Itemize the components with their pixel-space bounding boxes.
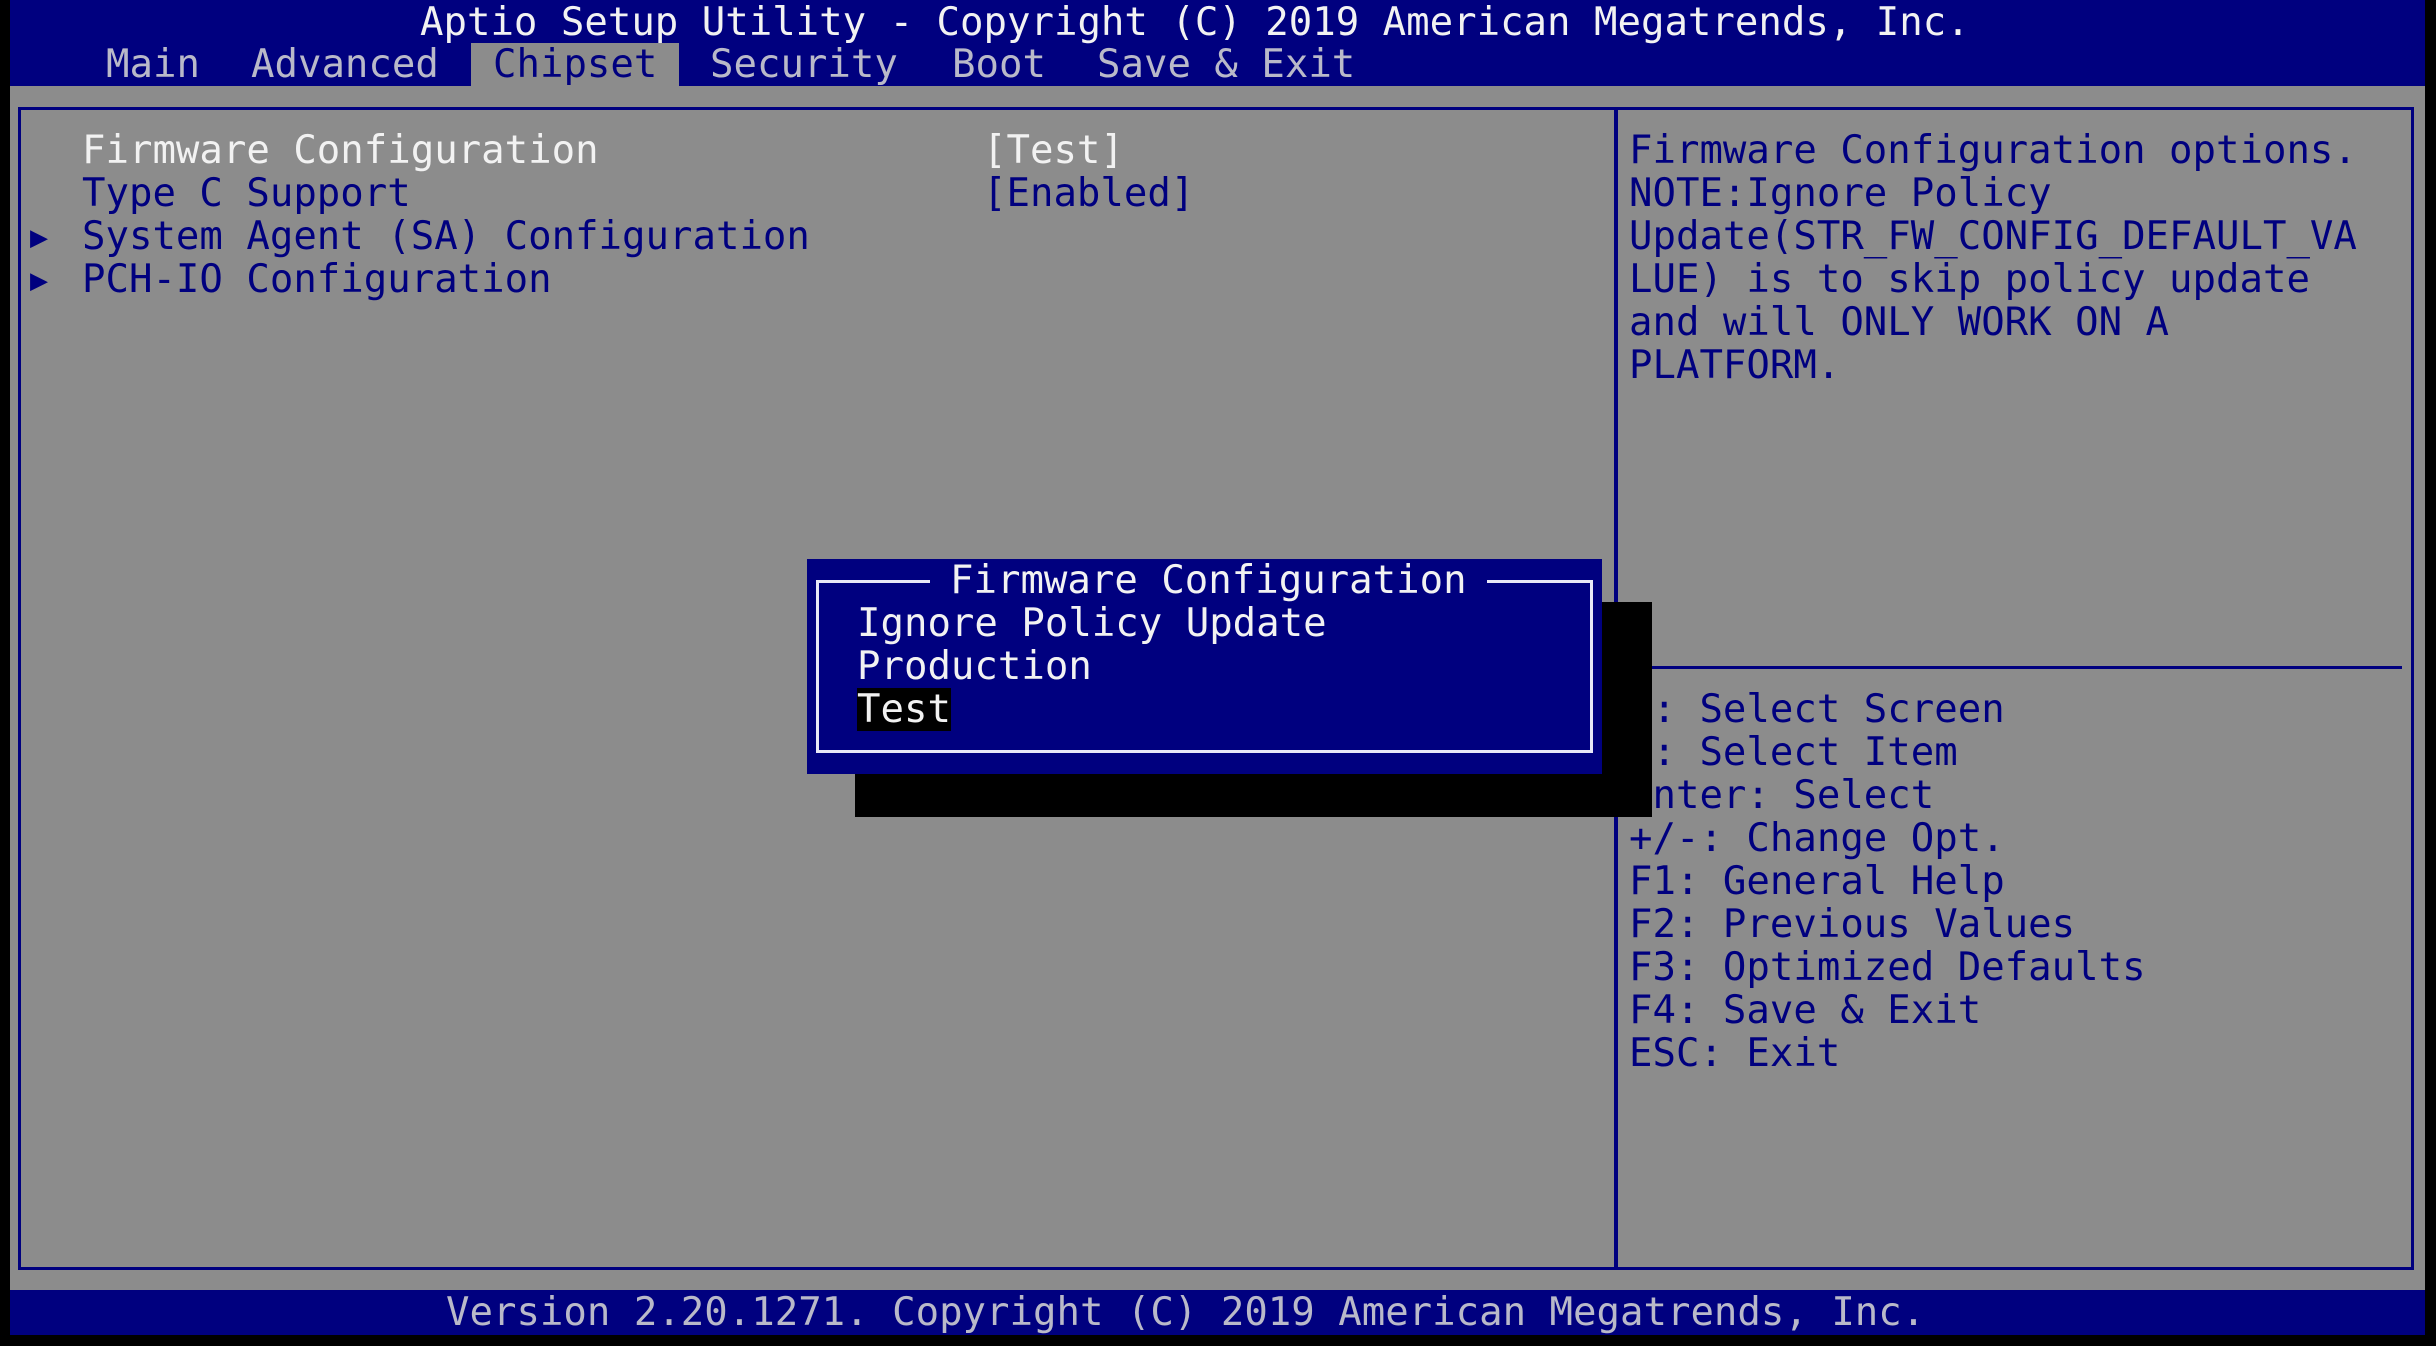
key-help-change-opt: +/-: Change Opt. — [1629, 816, 2005, 861]
key-help-previous-values: F2: Previous Values — [1629, 902, 2076, 947]
help-description-line: Update(STR_FW_CONFIG_DEFAULT_VA — [1629, 214, 2357, 259]
submenu-pch-io-configuration[interactable]: PCH-IO Configuration — [82, 258, 552, 301]
submenu-system-agent-configuration[interactable]: System Agent (SA) Configuration — [82, 215, 810, 258]
popup-option-production[interactable]: Production — [857, 645, 1092, 688]
tab-main[interactable]: Main — [106, 43, 200, 86]
help-separator — [1620, 666, 2402, 669]
popup-option-test[interactable]: Test — [857, 688, 951, 731]
tab-boot[interactable]: Boot — [952, 43, 1046, 86]
setting-type-c-support[interactable]: Type C Support — [82, 172, 411, 215]
help-description-line: LUE) is to skip policy update — [1629, 257, 2310, 302]
tab-chipset[interactable]: Chipset — [471, 43, 680, 86]
setting-firmware-configuration-value[interactable]: [Test] — [983, 129, 1124, 172]
key-help-save-exit: F4: Save & Exit — [1629, 988, 1982, 1033]
popup-option-ignore-policy-update[interactable]: Ignore Policy Update — [857, 602, 1327, 645]
help-description-line: PLATFORM. — [1629, 343, 1841, 388]
app-title: Aptio Setup Utility - Copyright (C) 2019… — [420, 0, 1970, 45]
key-help-optimized-defaults: F3: Optimized Defaults — [1629, 945, 2146, 990]
submenu-arrow-icon: ▶ — [30, 263, 49, 298]
key-help-enter-select: Enter: Select — [1629, 773, 1935, 818]
popup-title: Firmware Configuration — [930, 559, 1487, 602]
tab-advanced[interactable]: Advanced — [251, 43, 439, 86]
key-help-esc-exit: ESC: Exit — [1629, 1031, 1841, 1076]
setting-firmware-configuration[interactable]: Firmware Configuration — [82, 129, 599, 172]
help-description-line: NOTE:Ignore Policy — [1629, 171, 2052, 216]
help-description-line: and will ONLY WORK ON A — [1629, 300, 2170, 345]
help-description-line: Firmware Configuration options. — [1629, 128, 2357, 173]
tab-save-exit[interactable]: Save & Exit — [1097, 43, 1355, 86]
setting-type-c-support-value[interactable]: [Enabled] — [983, 172, 1194, 215]
tab-security[interactable]: Security — [710, 43, 898, 86]
key-help-select-item: ↓: Select Item — [1629, 730, 1958, 775]
key-help-select-screen: ←: Select Screen — [1629, 687, 2005, 732]
version-footer: Version 2.20.1271. Copyright (C) 2019 Am… — [446, 1290, 1926, 1335]
submenu-arrow-icon: ▶ — [30, 220, 49, 255]
key-help-general-help: F1: General Help — [1629, 859, 2005, 904]
